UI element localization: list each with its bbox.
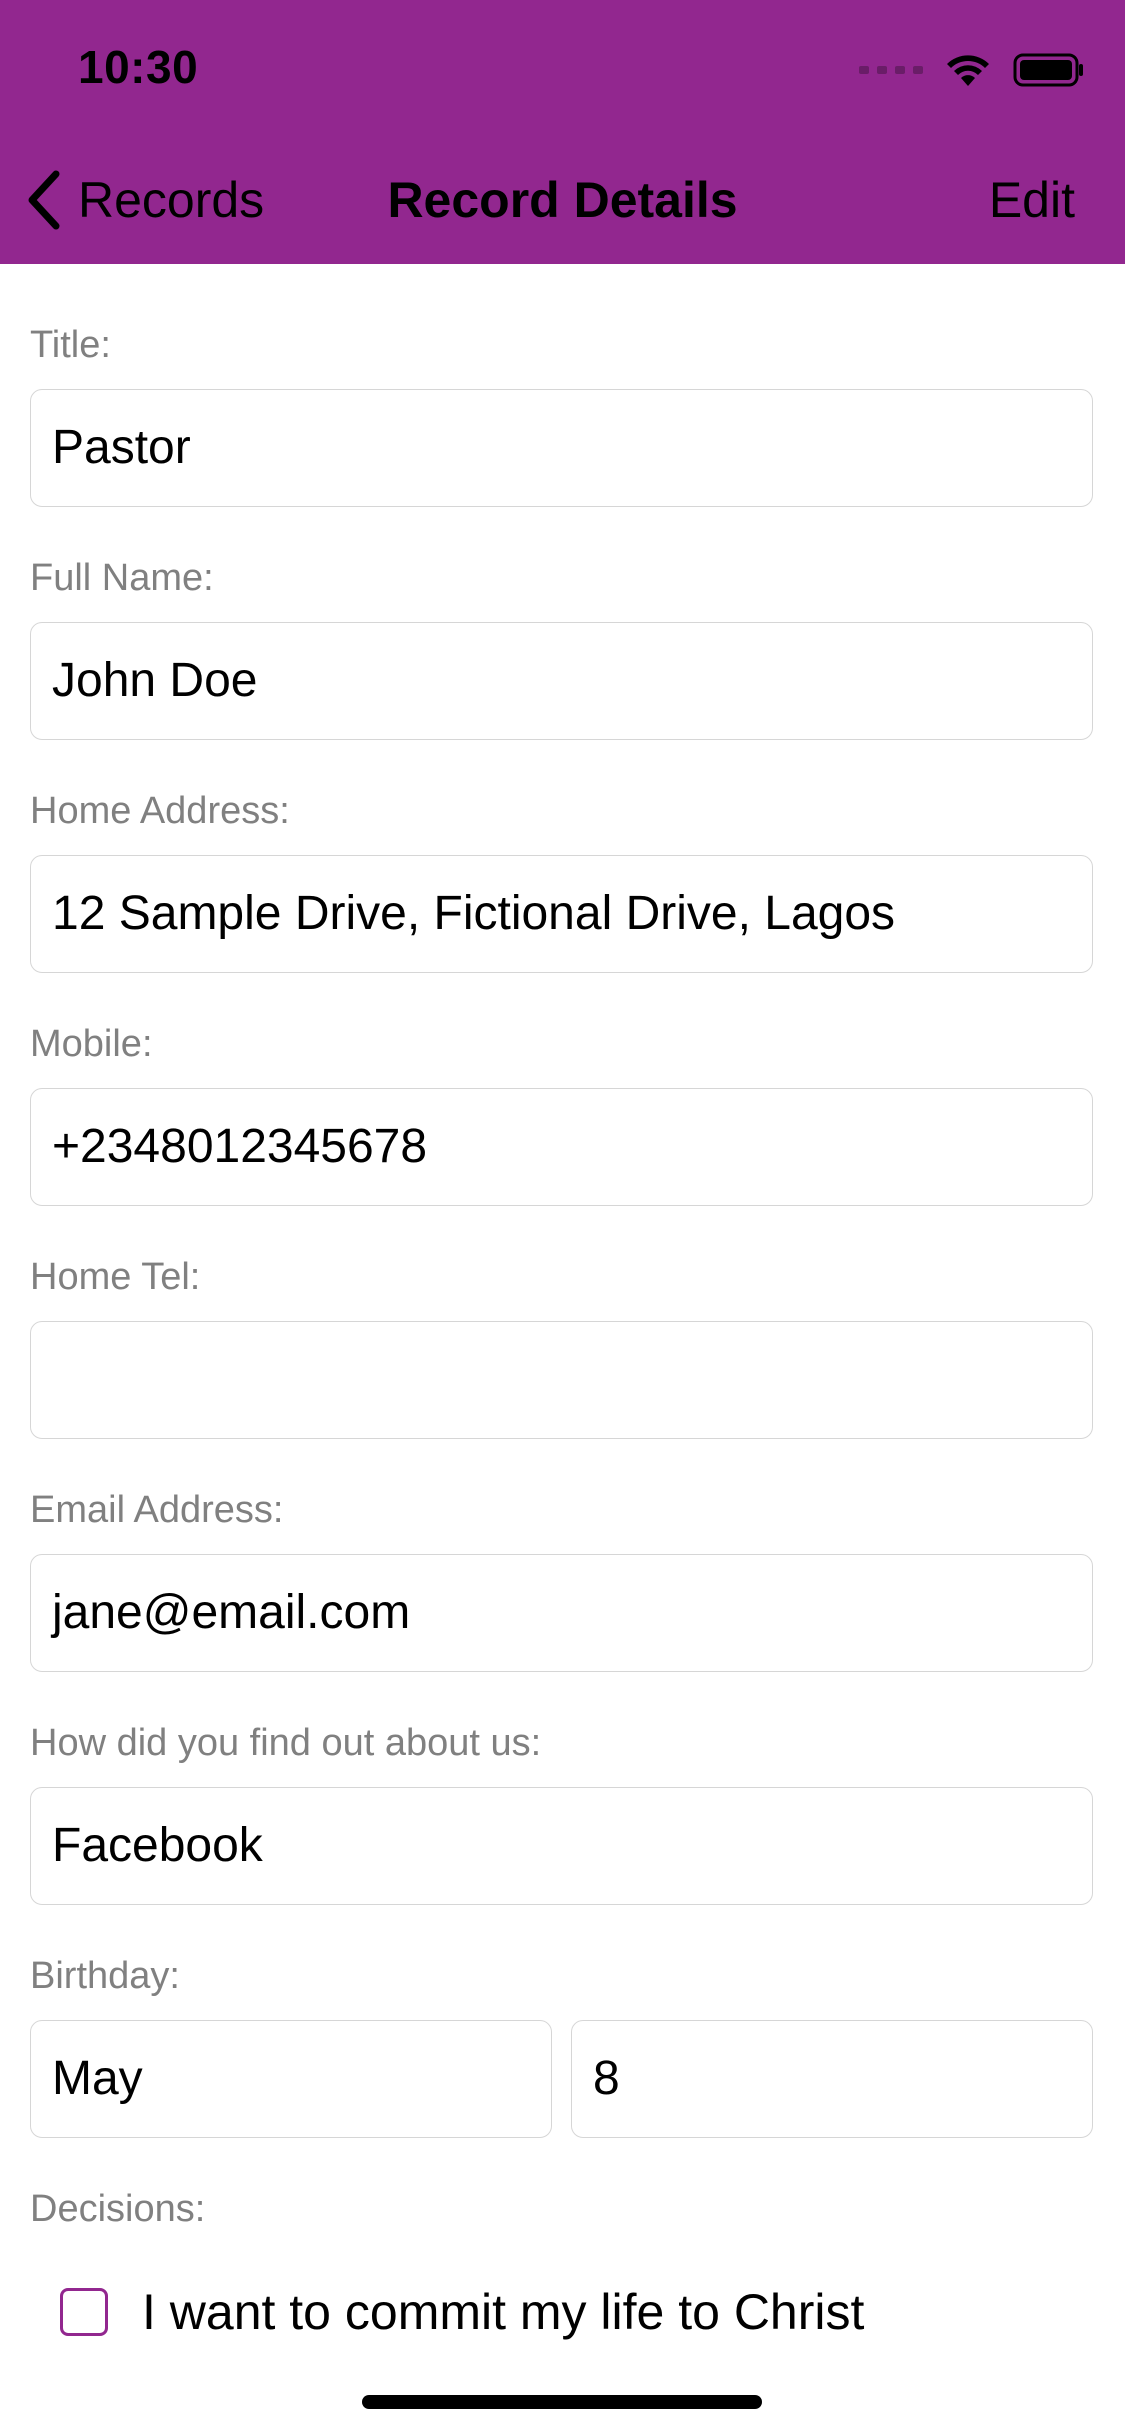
full-name-label: Full Name:	[30, 557, 214, 599]
mobile-label: Mobile:	[30, 1023, 153, 1065]
nav-header: 10:30 Records Record Details Edit	[0, 0, 1125, 264]
status-time: 10:30	[78, 41, 199, 93]
decisions-label: Decisions:	[30, 2188, 206, 2230]
full-name-field[interactable]: John Doe	[30, 622, 1093, 740]
title-field[interactable]: Pastor	[30, 389, 1093, 507]
chevron-left-icon	[28, 170, 60, 230]
home-tel-label: Home Tel:	[30, 1256, 201, 1298]
back-button[interactable]: Records	[24, 160, 264, 240]
referral-field[interactable]: Facebook	[30, 1787, 1093, 1905]
wifi-icon	[947, 55, 989, 86]
title-label: Title:	[30, 324, 111, 366]
referral-label: How did you find out about us:	[30, 1722, 542, 1764]
mobile-field[interactable]: +2348012345678	[30, 1088, 1093, 1206]
commit-life-checkbox[interactable]	[60, 2288, 108, 2336]
home-address-label: Home Address:	[30, 790, 290, 832]
email-field[interactable]: jane@email.com	[30, 1554, 1093, 1672]
birthday-label: Birthday:	[30, 1955, 180, 1997]
battery-icon	[1013, 53, 1083, 87]
home-indicator[interactable]	[362, 2395, 762, 2409]
email-label: Email Address:	[30, 1489, 284, 1531]
home-address-field[interactable]: 12 Sample Drive, Fictional Drive, Lagos	[30, 855, 1093, 973]
navigation-bar: Records Record Details Edit	[0, 160, 1125, 240]
cellular-signal-icon	[859, 66, 923, 74]
birthday-day-field[interactable]: 8	[571, 2020, 1093, 2138]
commit-life-checkbox-label: I want to commit my life to Christ	[142, 2284, 865, 2340]
decision-option-commit-life[interactable]: I want to commit my life to Christ	[30, 2282, 864, 2342]
home-tel-field[interactable]	[30, 1321, 1093, 1439]
back-button-label: Records	[78, 172, 265, 228]
birthday-month-field[interactable]: May	[30, 2020, 552, 2138]
status-icons	[859, 50, 1085, 90]
edit-button[interactable]: Edit	[989, 160, 1075, 240]
